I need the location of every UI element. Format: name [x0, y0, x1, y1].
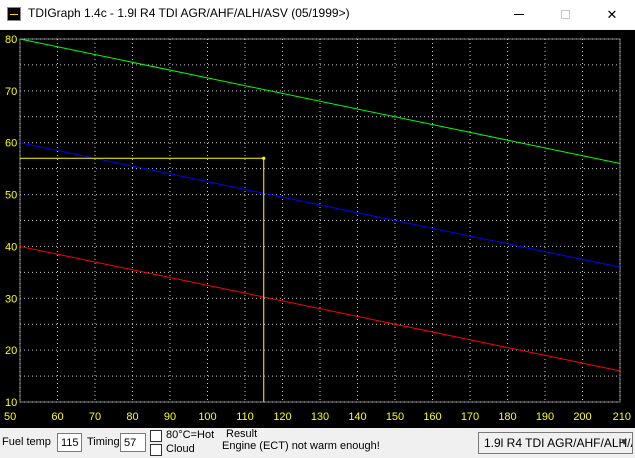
x-tick-label: 160 [423, 411, 441, 423]
cloud-checkbox[interactable] [150, 444, 162, 456]
x-tick-label: 60 [51, 411, 63, 423]
fuel-temp-label: Fuel temp [2, 436, 51, 448]
timing-field[interactable]: 57 [120, 433, 146, 452]
x-tick-label: 200 [573, 411, 591, 423]
x-tick-label: 130 [311, 411, 329, 423]
x-tick-label: 90 [164, 411, 176, 423]
engine-select-value: 1.9l R4 TDI AGR/AHF/ALH/ASV (05/1999>) [484, 436, 632, 450]
title-bar: TDIGraph 1.4c - 1.9l R4 TDI AGR/AHF/ALH/… [0, 0, 635, 30]
minimize-button[interactable] [496, 0, 542, 29]
cloud-checkbox-label: Cloud [166, 443, 195, 455]
y-tick-label: 20 [5, 345, 17, 357]
y-tick-label: 10 [5, 397, 17, 409]
x-tick-label: 180 [498, 411, 516, 423]
maximize-button[interactable] [542, 0, 588, 29]
engine-select[interactable]: 1.9l R4 TDI AGR/AHF/ALH/ASV (05/1999>) ▼ [478, 432, 633, 454]
x-tick-label: 100 [198, 411, 216, 423]
x-tick-label: 80 [126, 411, 138, 423]
series-line [19, 142, 621, 268]
x-tick-label: 190 [536, 411, 554, 423]
y-tick-label: 80 [5, 34, 17, 46]
x-tick-label: 110 [236, 411, 254, 423]
x-tick-label: 120 [273, 411, 291, 423]
close-button[interactable]: ✕ [589, 0, 635, 29]
x-tick-label: 210 [613, 411, 631, 423]
x-tick-label: 70 [89, 411, 101, 423]
series-line [19, 38, 621, 164]
result-text: Engine (ECT) not warm enough! [222, 440, 380, 452]
y-tick-label: 70 [5, 86, 17, 98]
x-tick-label: 140 [348, 411, 366, 423]
y-tick-label: 50 [5, 190, 17, 202]
x-tick-label: 50 [4, 411, 16, 423]
window-title: TDIGraph 1.4c - 1.9l R4 TDI AGR/AHF/ALH/… [28, 6, 350, 20]
chart: 50 60 70 80 90 100 110 120 130 140 150 160 170 180 190… [0, 30, 635, 428]
chart-tick-labels: 50 60 70 80 90 100 110 120 130 140 150 160 170 180 190… [4, 34, 631, 423]
minimize-icon [514, 14, 524, 15]
result-label: Result [226, 428, 258, 440]
series-line [19, 245, 621, 372]
hot-checkbox[interactable] [150, 430, 162, 442]
fuel-temp-field[interactable]: 115 [57, 433, 82, 452]
maximize-icon [560, 10, 570, 19]
chart-grid [19, 38, 621, 403]
x-tick-label: 150 [386, 411, 404, 423]
hot-checkbox-label: 80°C=Hot [166, 429, 215, 441]
y-tick-label: 60 [5, 138, 17, 150]
timing-label: Timing [87, 436, 120, 448]
y-tick-label: 30 [5, 293, 17, 305]
status-bar: Fuel temp 115 Timing 57 80°C=Hot Cloud R… [0, 428, 635, 458]
x-tick-label: 170 [461, 411, 479, 423]
y-tick-label: 40 [5, 241, 17, 253]
marker-point [262, 156, 266, 160]
app-icon [7, 7, 21, 21]
close-icon: ✕ [606, 6, 618, 22]
chart-series [19, 38, 621, 372]
chevron-down-icon: ▼ [619, 437, 629, 448]
chart-marker [20, 156, 266, 402]
